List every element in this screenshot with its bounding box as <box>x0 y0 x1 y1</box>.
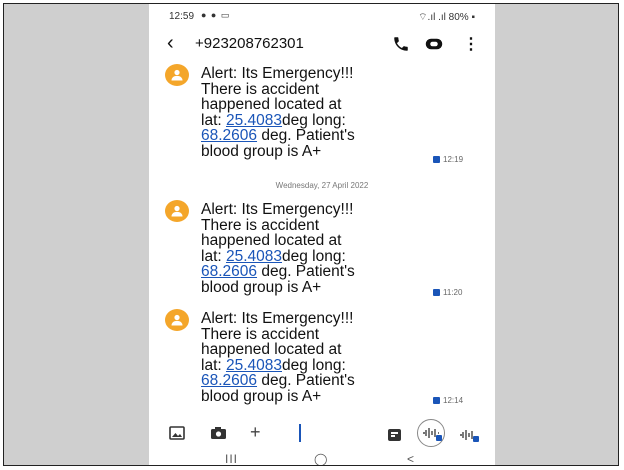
back-button[interactable]: < <box>407 452 414 465</box>
more-vertical-icon[interactable]: ⋮ <box>463 34 479 54</box>
message-line: lat: 25.4083deg long: <box>201 356 431 374</box>
screenshot-frame: 12:59 ● ● ▭ ⌔.ıl .ıl 80% ▪ ‹ +9232087623… <box>3 3 619 466</box>
latitude-link[interactable]: 25.4083 <box>226 248 282 265</box>
message-line: 68.2606 deg. Patient's <box>201 373 431 389</box>
home-button[interactable]: ◯ <box>314 452 327 465</box>
message-text: Alert: Its Emergency!!! There is acciden… <box>201 311 431 405</box>
message-line: 68.2606 deg. Patient's <box>201 264 431 280</box>
recents-button[interactable]: III <box>225 452 238 465</box>
longitude-link[interactable]: 68.2606 <box>201 372 257 389</box>
message-line: blood group is A+ <box>201 278 322 296</box>
message-line: There is accident <box>201 80 320 98</box>
timestamp-text: 12:19 <box>443 155 464 164</box>
message-line: happened located at <box>201 232 342 250</box>
sim-icon <box>433 289 440 296</box>
long-suffix: deg. Patient's <box>257 372 355 390</box>
message-line: Alert: Its Emergency!!! <box>201 65 354 82</box>
avatar <box>165 64 189 86</box>
message-text: Alert: Its Emergency!!! There is acciden… <box>201 66 431 160</box>
status-bar: 12:59 ● ● ▭ ⌔.ıl .ıl 80% ▪ <box>149 4 495 28</box>
lat-suffix: deg long: <box>282 111 346 129</box>
lat-prefix: lat: <box>201 247 226 265</box>
contact-number[interactable]: +923208762301 <box>195 35 304 52</box>
lat-suffix: deg long: <box>282 247 346 265</box>
message-timestamp: 12:14 <box>433 396 463 405</box>
latitude-link[interactable]: 25.4083 <box>226 357 282 374</box>
long-suffix: deg. Patient's <box>257 263 355 281</box>
plus-icon[interactable]: + <box>250 422 261 443</box>
latitude-link[interactable]: 25.4083 <box>226 112 282 129</box>
date-divider: Wednesday, 27 April 2022 <box>275 181 369 190</box>
avatar <box>165 200 189 222</box>
back-arrow-icon[interactable]: ‹ <box>167 32 174 55</box>
avatar <box>165 309 189 331</box>
notification-icons: ● ● ▭ <box>201 10 231 20</box>
message-line: There is accident <box>201 216 320 234</box>
message-timestamp: 11:20 <box>433 288 462 297</box>
timestamp-text: 12:14 <box>443 396 464 405</box>
phone-screen: 12:59 ● ● ▭ ⌔.ıl .ıl 80% ▪ ‹ +9232087623… <box>149 4 495 465</box>
long-suffix: deg. Patient's <box>257 127 355 145</box>
message-line: blood group is A+ <box>201 387 322 405</box>
lat-prefix: lat: <box>201 356 226 374</box>
message-text: Alert: Its Emergency!!! There is acciden… <box>201 202 431 296</box>
sim-badge <box>436 435 442 441</box>
message-line: lat: 25.4083deg long: <box>201 247 431 265</box>
message-line: Alert: Its Emergency!!! <box>201 310 354 327</box>
status-time: 12:59 <box>169 11 195 22</box>
person-icon <box>171 69 183 81</box>
person-icon <box>171 314 183 326</box>
sim-icon <box>433 156 440 163</box>
message-line: lat: 25.4083deg long: <box>201 111 431 129</box>
message-timestamp: 12:19 <box>433 155 463 164</box>
sticker-icon[interactable] <box>387 428 402 442</box>
lat-prefix: lat: <box>201 111 226 129</box>
voice-button[interactable] <box>417 419 445 447</box>
phone-icon[interactable] <box>392 35 410 53</box>
message-line: There is accident <box>201 325 320 343</box>
longitude-link[interactable]: 68.2606 <box>201 127 257 144</box>
conversation-header: ‹ +923208762301 ⋮ <box>149 30 495 60</box>
battery-signal-indicator: ⌔.ıl .ıl 80% ▪ <box>418 12 475 23</box>
system-navigation-bar: III ◯ < <box>149 452 495 465</box>
longitude-link[interactable]: 68.2606 <box>201 263 257 280</box>
camera-icon[interactable] <box>210 426 227 440</box>
sim-icon <box>433 397 440 404</box>
text-input-cursor[interactable] <box>299 424 301 442</box>
gallery-icon[interactable] <box>169 426 185 440</box>
message-line: happened located at <box>201 96 342 114</box>
person-icon <box>171 205 183 217</box>
voice-record-icon[interactable] <box>459 428 479 442</box>
message-line: blood group is A+ <box>201 142 322 160</box>
lat-suffix: deg long: <box>282 356 346 374</box>
timestamp-text: 11:20 <box>443 288 463 297</box>
message-line: happened located at <box>201 341 342 359</box>
message-line: Alert: Its Emergency!!! <box>201 201 354 218</box>
video-icon[interactable] <box>425 37 443 51</box>
message-line: 68.2606 deg. Patient's <box>201 128 431 144</box>
message-composer: + <box>149 419 495 448</box>
